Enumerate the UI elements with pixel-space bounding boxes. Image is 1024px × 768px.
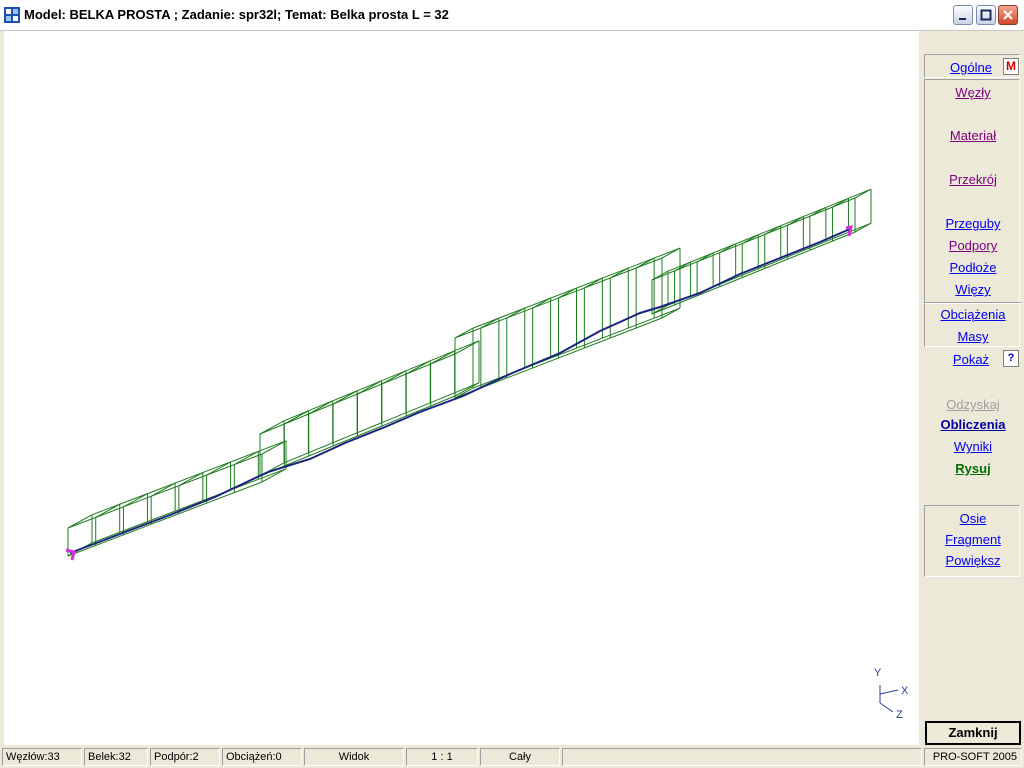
wire-edge: [150, 482, 176, 497]
status-view[interactable]: Widok: [304, 748, 404, 766]
axis-triad: Y X Z: [874, 667, 909, 721]
menu-przeguby[interactable]: Przeguby: [925, 216, 1021, 231]
close-button[interactable]: Zamknij: [925, 721, 1021, 745]
wire-edge: [674, 261, 691, 272]
axis-z-label: Z: [896, 709, 903, 721]
wire-edge: [584, 277, 603, 289]
wire-edge: [95, 503, 120, 518]
menu-rysuj[interactable]: Rysuj: [925, 461, 1021, 476]
menu-fragment[interactable]: Fragment: [925, 532, 1021, 547]
menu-wezly[interactable]: Węzły: [925, 85, 1021, 100]
wire-edge: [506, 307, 525, 319]
maximize-icon: [980, 9, 992, 21]
wire-edge: [67, 481, 263, 557]
close-window-button[interactable]: [998, 5, 1018, 25]
beam-model-view: Y X Z: [65, 188, 909, 721]
wire-edge: [480, 317, 500, 329]
panel-separator: [925, 302, 1021, 304]
status-scale[interactable]: 1 : 1: [406, 748, 478, 766]
minimize-icon: [959, 18, 966, 20]
wire-edge: [661, 307, 681, 319]
menu-podpory[interactable]: Podpory: [925, 238, 1021, 253]
window-title: Model: BELKA PROSTA ; Zadanie: spr32l; T…: [24, 7, 449, 22]
wire-edge: [635, 257, 655, 269]
wire-edge: [610, 267, 629, 279]
wire-edge: [661, 247, 681, 259]
menu-odzyskaj: Odzyskaj: [946, 397, 1000, 412]
wire-edge: [696, 252, 714, 263]
menu-wyniki[interactable]: Wyniki: [925, 439, 1021, 454]
wire-edge: [532, 297, 551, 309]
wire-edge: [234, 450, 259, 466]
beam-sections-wireframe: [67, 188, 872, 557]
wire-edge: [406, 360, 431, 375]
wire-edge: [787, 216, 804, 226]
wire-edge: [381, 370, 407, 385]
status-nodes: Węzłów:33: [2, 748, 82, 766]
wire-edge: [854, 222, 872, 233]
help-icon[interactable]: ?: [1003, 350, 1019, 367]
wire-edge: [206, 461, 231, 476]
axis-y-label: Y: [874, 667, 882, 679]
support-right: [845, 225, 853, 237]
status-brand: PRO-SOFT 2005: [924, 748, 1022, 766]
wire-edge: [430, 350, 455, 365]
model-canvas[interactable]: Y X Z: [4, 31, 919, 745]
wire-edge: [178, 472, 204, 487]
wire-edge: [123, 493, 148, 508]
wire-edge: [719, 243, 736, 254]
wire-edge: [259, 420, 285, 435]
minimize-button[interactable]: [953, 5, 973, 25]
menu-material[interactable]: Materiał: [925, 128, 1021, 143]
wire-edge: [854, 188, 872, 199]
status-range[interactable]: Cały: [480, 748, 560, 766]
menu-obliczenia[interactable]: Obliczenia: [925, 417, 1021, 432]
wire-edge: [357, 380, 382, 395]
wire-edge: [284, 410, 309, 425]
status-empty: [562, 748, 922, 766]
command-panel: Ogólne M Węzły Materiał Przekrój Przegub…: [919, 31, 1024, 745]
wire-edge: [558, 287, 577, 299]
wire-edge: [667, 188, 872, 272]
menu-masy[interactable]: Masy: [925, 329, 1021, 344]
status-beams: Belek:32: [84, 748, 148, 766]
wire-edge: [261, 440, 287, 455]
wire-edge: [332, 390, 358, 405]
axis-x-label: X: [901, 685, 909, 697]
status-loads: Obciążeń:0: [222, 748, 302, 766]
wire-edge: [809, 206, 827, 217]
title-bar: Model: BELKA PROSTA ; Zadanie: spr32l; T…: [0, 0, 1024, 31]
wire-edge: [308, 400, 333, 415]
wire-edge: [454, 340, 480, 355]
menu-podloze[interactable]: Podłoże: [925, 260, 1021, 275]
menu-przekroj[interactable]: Przekrój: [925, 172, 1021, 187]
model-badge[interactable]: M: [1003, 58, 1019, 75]
wire-edge: [832, 197, 849, 208]
menu-powieksz[interactable]: Powiększ: [925, 553, 1021, 568]
menu-osie[interactable]: Osie: [925, 511, 1021, 526]
status-bar: Węzłów:33 Belek:32 Podpór:2 Obciążeń:0 W…: [0, 746, 1024, 768]
wire-edge: [454, 327, 474, 339]
wire-edge: [764, 225, 782, 235]
wire-edge: [741, 234, 759, 244]
close-icon: [1003, 10, 1013, 20]
wire-edge: [651, 231, 856, 315]
maximize-button[interactable]: [976, 5, 996, 25]
app-icon: [4, 7, 20, 23]
menu-wiezy[interactable]: Więzy: [925, 282, 1021, 297]
status-supports: Podpór:2: [150, 748, 220, 766]
menu-obciazenia[interactable]: Obciążenia: [925, 307, 1021, 322]
wire-edge: [67, 514, 93, 529]
